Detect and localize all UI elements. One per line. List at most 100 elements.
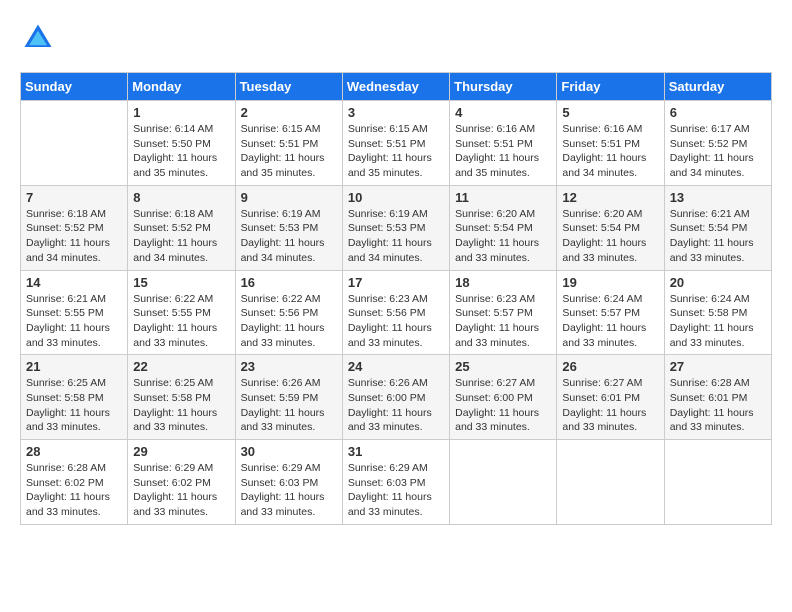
day-info: Sunrise: 6:18 AM Sunset: 5:52 PM Dayligh… <box>26 207 122 266</box>
calendar-cell: 1Sunrise: 6:14 AM Sunset: 5:50 PM Daylig… <box>128 101 235 186</box>
day-number: 15 <box>133 275 229 290</box>
day-info: Sunrise: 6:20 AM Sunset: 5:54 PM Dayligh… <box>562 207 658 266</box>
day-info: Sunrise: 6:22 AM Sunset: 5:56 PM Dayligh… <box>241 292 337 351</box>
day-number: 14 <box>26 275 122 290</box>
calendar-table: SundayMondayTuesdayWednesdayThursdayFrid… <box>20 72 772 525</box>
day-info: Sunrise: 6:21 AM Sunset: 5:55 PM Dayligh… <box>26 292 122 351</box>
day-number: 24 <box>348 359 444 374</box>
day-info: Sunrise: 6:17 AM Sunset: 5:52 PM Dayligh… <box>670 122 766 181</box>
day-number: 9 <box>241 190 337 205</box>
calendar-week-row: 21 Sunrise: 6:25 AM Sunset: 5:58 PM Dayli… <box>21 355 772 440</box>
page-header <box>20 20 772 56</box>
calendar-cell: 28 Sunrise: 6:28 AM Sunset: 6:02 PM Dayli… <box>21 440 128 525</box>
day-info: Sunrise: 6:26 AM Sunset: 6:00 PM Dayligh… <box>348 376 444 435</box>
calendar-cell: 5 Sunrise: 6:16 AM Sunset: 5:51 PM Daylig… <box>557 101 664 186</box>
calendar-header-row: SundayMondayTuesdayWednesdayThursdayFrid… <box>21 73 772 101</box>
day-number: 31 <box>348 444 444 459</box>
day-info: Sunrise: 6:20 AM Sunset: 5:54 PM Dayligh… <box>455 207 551 266</box>
day-number: 7 <box>26 190 122 205</box>
day-info: Sunrise: 6:15 AM Sunset: 5:51 PM Dayligh… <box>241 122 337 181</box>
calendar-cell: 14 Sunrise: 6:21 AM Sunset: 5:55 PM Dayli… <box>21 270 128 355</box>
calendar-cell: 13 Sunrise: 6:21 AM Sunset: 5:54 PM Dayli… <box>664 185 771 270</box>
day-info: Sunrise: 6:26 AM Sunset: 5:59 PM Dayligh… <box>241 376 337 435</box>
calendar-cell: 21 Sunrise: 6:25 AM Sunset: 5:58 PM Dayli… <box>21 355 128 440</box>
calendar-week-row: 1Sunrise: 6:14 AM Sunset: 5:50 PM Daylig… <box>21 101 772 186</box>
day-number: 28 <box>26 444 122 459</box>
calendar-cell: 17 Sunrise: 6:23 AM Sunset: 5:56 PM Dayli… <box>342 270 449 355</box>
day-number: 26 <box>562 359 658 374</box>
calendar-cell: 24 Sunrise: 6:26 AM Sunset: 6:00 PM Dayli… <box>342 355 449 440</box>
calendar-cell: 9 Sunrise: 6:19 AM Sunset: 5:53 PM Daylig… <box>235 185 342 270</box>
day-info: Sunrise: 6:16 AM Sunset: 5:51 PM Dayligh… <box>562 122 658 181</box>
logo <box>20 20 60 56</box>
day-info: Sunrise: 6:18 AM Sunset: 5:52 PM Dayligh… <box>133 207 229 266</box>
day-number: 4 <box>455 105 551 120</box>
calendar-cell: 29 Sunrise: 6:29 AM Sunset: 6:02 PM Dayli… <box>128 440 235 525</box>
day-info: Sunrise: 6:22 AM Sunset: 5:55 PM Dayligh… <box>133 292 229 351</box>
calendar-header-tuesday: Tuesday <box>235 73 342 101</box>
day-number: 12 <box>562 190 658 205</box>
calendar-header-friday: Friday <box>557 73 664 101</box>
day-number: 3 <box>348 105 444 120</box>
day-number: 30 <box>241 444 337 459</box>
day-number: 5 <box>562 105 658 120</box>
calendar-cell: 2 Sunrise: 6:15 AM Sunset: 5:51 PM Daylig… <box>235 101 342 186</box>
calendar-cell: 6 Sunrise: 6:17 AM Sunset: 5:52 PM Daylig… <box>664 101 771 186</box>
day-info: Sunrise: 6:23 AM Sunset: 5:57 PM Dayligh… <box>455 292 551 351</box>
calendar-cell: 26 Sunrise: 6:27 AM Sunset: 6:01 PM Dayli… <box>557 355 664 440</box>
day-number: 27 <box>670 359 766 374</box>
calendar-header-sunday: Sunday <box>21 73 128 101</box>
day-number: 6 <box>670 105 766 120</box>
day-info: Sunrise: 6:23 AM Sunset: 5:56 PM Dayligh… <box>348 292 444 351</box>
calendar-header-saturday: Saturday <box>664 73 771 101</box>
calendar-cell: 19 Sunrise: 6:24 AM Sunset: 5:57 PM Dayli… <box>557 270 664 355</box>
day-info: Sunrise: 6:16 AM Sunset: 5:51 PM Dayligh… <box>455 122 551 181</box>
day-number: 2 <box>241 105 337 120</box>
calendar-week-row: 7 Sunrise: 6:18 AM Sunset: 5:52 PM Daylig… <box>21 185 772 270</box>
day-info: Sunrise: 6:24 AM Sunset: 5:58 PM Dayligh… <box>670 292 766 351</box>
calendar-cell <box>450 440 557 525</box>
day-info: Sunrise: 6:29 AM Sunset: 6:03 PM Dayligh… <box>348 461 444 520</box>
calendar-header-thursday: Thursday <box>450 73 557 101</box>
calendar-cell: 11 Sunrise: 6:20 AM Sunset: 5:54 PM Dayli… <box>450 185 557 270</box>
day-number: 18 <box>455 275 551 290</box>
calendar-cell: 7 Sunrise: 6:18 AM Sunset: 5:52 PM Daylig… <box>21 185 128 270</box>
day-info: Sunrise: 6:28 AM Sunset: 6:02 PM Dayligh… <box>26 461 122 520</box>
day-info: Sunrise: 6:29 AM Sunset: 6:03 PM Dayligh… <box>241 461 337 520</box>
calendar-cell: 3 Sunrise: 6:15 AM Sunset: 5:51 PM Daylig… <box>342 101 449 186</box>
day-number: 23 <box>241 359 337 374</box>
calendar-week-row: 14 Sunrise: 6:21 AM Sunset: 5:55 PM Dayli… <box>21 270 772 355</box>
day-number: 22 <box>133 359 229 374</box>
day-number: 1 <box>133 105 229 120</box>
calendar-cell <box>21 101 128 186</box>
calendar-cell: 23 Sunrise: 6:26 AM Sunset: 5:59 PM Dayli… <box>235 355 342 440</box>
calendar-cell: 8 Sunrise: 6:18 AM Sunset: 5:52 PM Daylig… <box>128 185 235 270</box>
day-number: 17 <box>348 275 444 290</box>
calendar-cell: 27Sunrise: 6:28 AM Sunset: 6:01 PM Dayli… <box>664 355 771 440</box>
day-info: Sunrise: 6:15 AM Sunset: 5:51 PM Dayligh… <box>348 122 444 181</box>
day-info: Sunrise: 6:29 AM Sunset: 6:02 PM Dayligh… <box>133 461 229 520</box>
calendar-cell: 20 Sunrise: 6:24 AM Sunset: 5:58 PM Dayli… <box>664 270 771 355</box>
calendar-week-row: 28 Sunrise: 6:28 AM Sunset: 6:02 PM Dayli… <box>21 440 772 525</box>
day-info: Sunrise: 6:24 AM Sunset: 5:57 PM Dayligh… <box>562 292 658 351</box>
calendar-cell: 12 Sunrise: 6:20 AM Sunset: 5:54 PM Dayli… <box>557 185 664 270</box>
logo-icon <box>20 20 56 56</box>
day-number: 19 <box>562 275 658 290</box>
calendar-cell <box>664 440 771 525</box>
day-number: 21 <box>26 359 122 374</box>
day-number: 8 <box>133 190 229 205</box>
day-info: Sunrise: 6:27 AM Sunset: 6:01 PM Dayligh… <box>562 376 658 435</box>
day-number: 20 <box>670 275 766 290</box>
day-number: 29 <box>133 444 229 459</box>
calendar-cell: 22Sunrise: 6:25 AM Sunset: 5:58 PM Dayli… <box>128 355 235 440</box>
calendar-cell: 31 Sunrise: 6:29 AM Sunset: 6:03 PM Dayli… <box>342 440 449 525</box>
day-number: 11 <box>455 190 551 205</box>
calendar-cell: 4 Sunrise: 6:16 AM Sunset: 5:51 PM Daylig… <box>450 101 557 186</box>
day-info: Sunrise: 6:21 AM Sunset: 5:54 PM Dayligh… <box>670 207 766 266</box>
calendar-cell: 10Sunrise: 6:19 AM Sunset: 5:53 PM Dayli… <box>342 185 449 270</box>
day-number: 13 <box>670 190 766 205</box>
calendar-header-wednesday: Wednesday <box>342 73 449 101</box>
day-info: Sunrise: 6:25 AM Sunset: 5:58 PM Dayligh… <box>26 376 122 435</box>
day-info: Sunrise: 6:19 AM Sunset: 5:53 PM Dayligh… <box>241 207 337 266</box>
calendar-header-monday: Monday <box>128 73 235 101</box>
